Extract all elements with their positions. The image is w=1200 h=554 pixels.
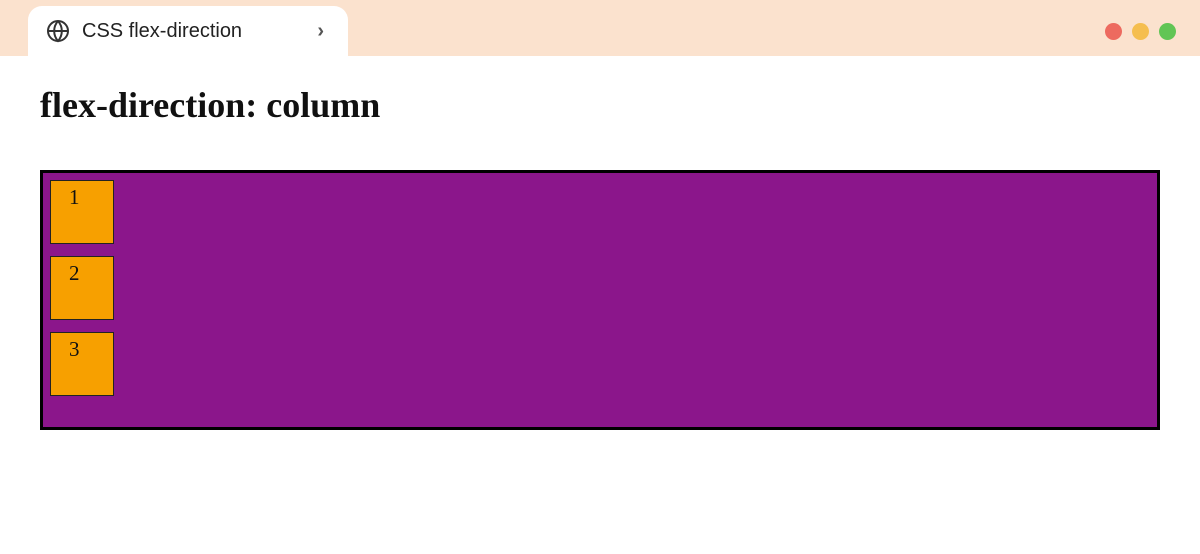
window-minimize-button[interactable]	[1132, 23, 1149, 40]
globe-icon	[46, 19, 70, 43]
page-content: flex-direction: column 1 2 3	[0, 56, 1200, 430]
flex-item: 3	[50, 332, 114, 396]
window-close-button[interactable]	[1105, 23, 1122, 40]
flex-item: 2	[50, 256, 114, 320]
traffic-lights	[1105, 23, 1176, 40]
flex-container-demo: 1 2 3	[40, 170, 1160, 430]
page-heading: flex-direction: column	[40, 84, 1160, 126]
tab-title: CSS flex-direction	[82, 20, 305, 43]
browser-chrome: CSS flex-direction ›	[0, 0, 1200, 56]
browser-tab[interactable]: CSS flex-direction ›	[28, 6, 348, 56]
window-maximize-button[interactable]	[1159, 23, 1176, 40]
chevron-right-icon: ›	[317, 20, 324, 43]
flex-item: 1	[50, 180, 114, 244]
